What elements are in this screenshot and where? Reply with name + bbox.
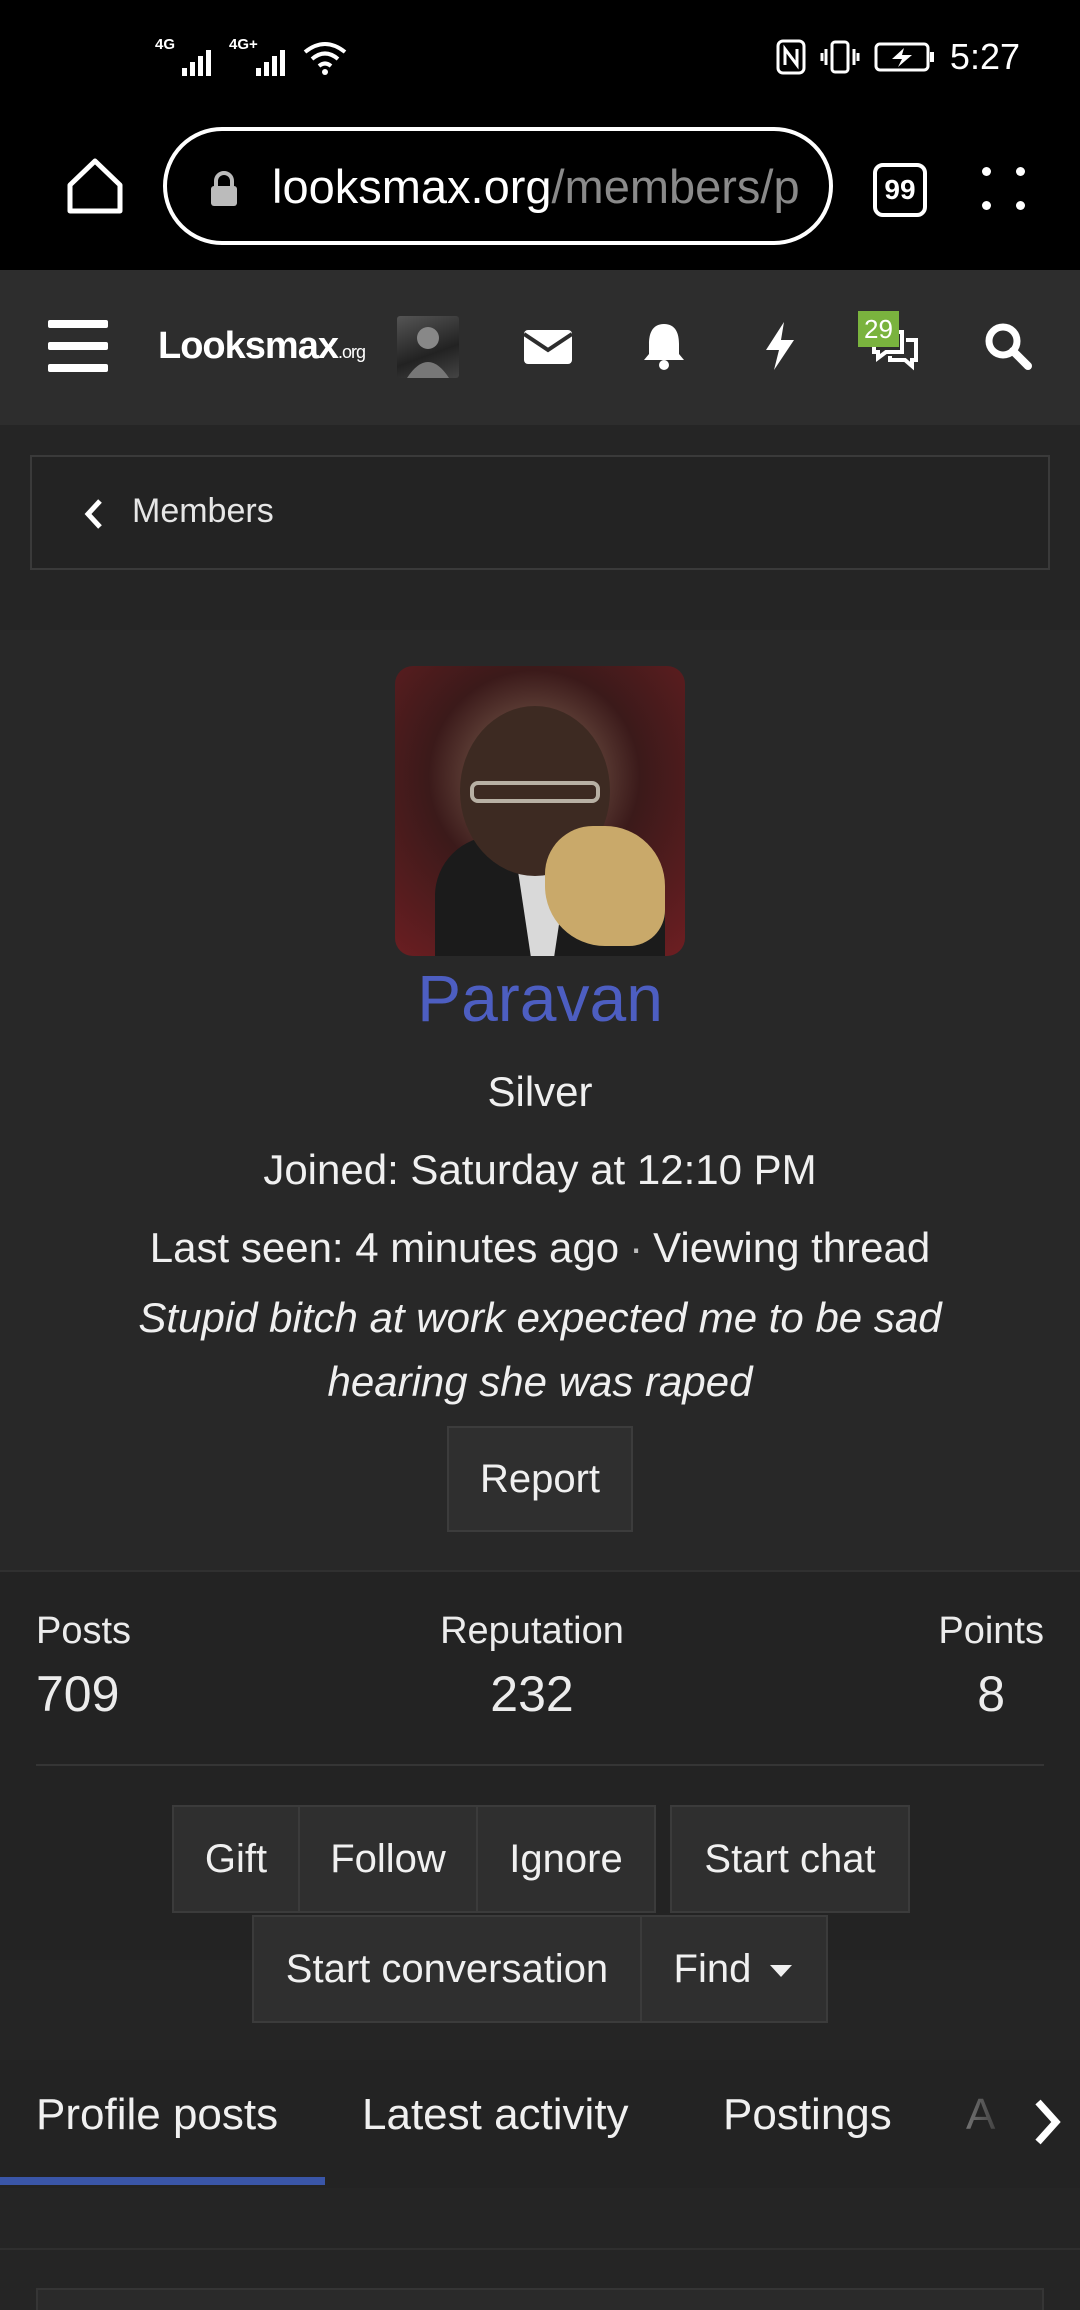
wifi-icon	[303, 42, 347, 75]
chat-count-badge: 29	[858, 311, 899, 347]
profile-header: Paravan Silver Joined: Saturday at 12:10…	[0, 630, 1080, 1570]
clock: 5:27	[949, 36, 1020, 77]
profile-tabs: Profile posts Latest activity Postings A	[0, 2060, 1080, 2188]
tab-content	[0, 2188, 1080, 2310]
breadcrumb[interactable]: Members	[30, 455, 1050, 570]
stat-posts[interactable]: Posts 709	[36, 1610, 131, 1723]
address-bar[interactable]: looksmax.org/members/p	[163, 127, 833, 245]
home-icon[interactable]	[62, 153, 128, 219]
tab-profile-posts[interactable]: Profile posts	[36, 2090, 278, 2140]
last-seen: Last seen: 4 minutes ago · Viewing thread	[149, 1224, 931, 1271]
content-card	[36, 2288, 1044, 2310]
active-tab-indicator	[0, 2177, 325, 2185]
tab-latest-activity[interactable]: Latest activity	[362, 2090, 629, 2140]
status-message: Stupid bitch at work expected me to be s…	[138, 1294, 942, 1405]
status-bar: 4G 4G+ 5:27	[0, 0, 1080, 125]
start-chat-button[interactable]: Start chat	[670, 1805, 910, 1913]
nfc-icon	[776, 39, 806, 75]
profile-stats: Posts 709 Reputation 232 Points 8 Gift F…	[0, 1570, 1080, 2023]
gift-button[interactable]: Gift	[172, 1805, 300, 1913]
site-navbar: Looksmax.org	[0, 270, 1080, 425]
stat-points[interactable]: Points 8	[938, 1610, 1044, 1723]
url-text[interactable]: looksmax.org/members/p	[272, 159, 817, 214]
battery-charging-icon	[874, 42, 934, 72]
report-button[interactable]: Report	[447, 1426, 633, 1532]
browser-toolbar: looksmax.org/members/p 99	[0, 125, 1080, 270]
account-avatar[interactable]	[397, 316, 459, 378]
breadcrumb-label[interactable]: Members	[132, 492, 274, 531]
avatar-image	[407, 327, 449, 378]
search-icon[interactable]	[980, 318, 1036, 374]
tab-switcher-button[interactable]: 99	[873, 163, 927, 217]
lock-icon	[211, 171, 237, 206]
inbox-envelope-icon[interactable]	[520, 318, 576, 374]
lightning-icon[interactable]	[752, 318, 808, 374]
start-conversation-button[interactable]: Start conversation	[252, 1915, 642, 2023]
ignore-button[interactable]: Ignore	[476, 1805, 656, 1913]
find-dropdown-button[interactable]: Find	[640, 1915, 828, 2023]
current-activity[interactable]: Viewing thread	[653, 1224, 930, 1271]
hamburger-menu-icon[interactable]	[48, 320, 108, 372]
chevron-left-icon	[84, 499, 102, 529]
chevron-right-icon[interactable]	[1030, 2096, 1064, 2148]
bell-icon[interactable]	[636, 318, 692, 374]
stat-reputation: Reputation 232	[440, 1610, 624, 1722]
more-menu-icon[interactable]	[980, 163, 1030, 217]
joined-date: Joined: Saturday at 12:10 PM	[263, 1146, 817, 1193]
cell-signal-icon: 4G	[155, 36, 211, 76]
user-title: Silver	[487, 1068, 593, 1115]
site-logo[interactable]: Looksmax.org	[158, 325, 366, 368]
profile-username[interactable]: Paravan	[0, 960, 1080, 1036]
profile-avatar[interactable]	[395, 666, 685, 956]
vibrate-icon	[820, 40, 860, 74]
cell-signal-2-icon: 4G+	[229, 36, 285, 76]
caret-down-icon	[770, 1965, 793, 1978]
status-right: 5:27	[776, 36, 1020, 78]
status-left: 4G 4G+	[155, 36, 347, 76]
follow-button[interactable]: Follow	[298, 1805, 478, 1913]
tab-postings[interactable]: Postings	[723, 2090, 892, 2140]
